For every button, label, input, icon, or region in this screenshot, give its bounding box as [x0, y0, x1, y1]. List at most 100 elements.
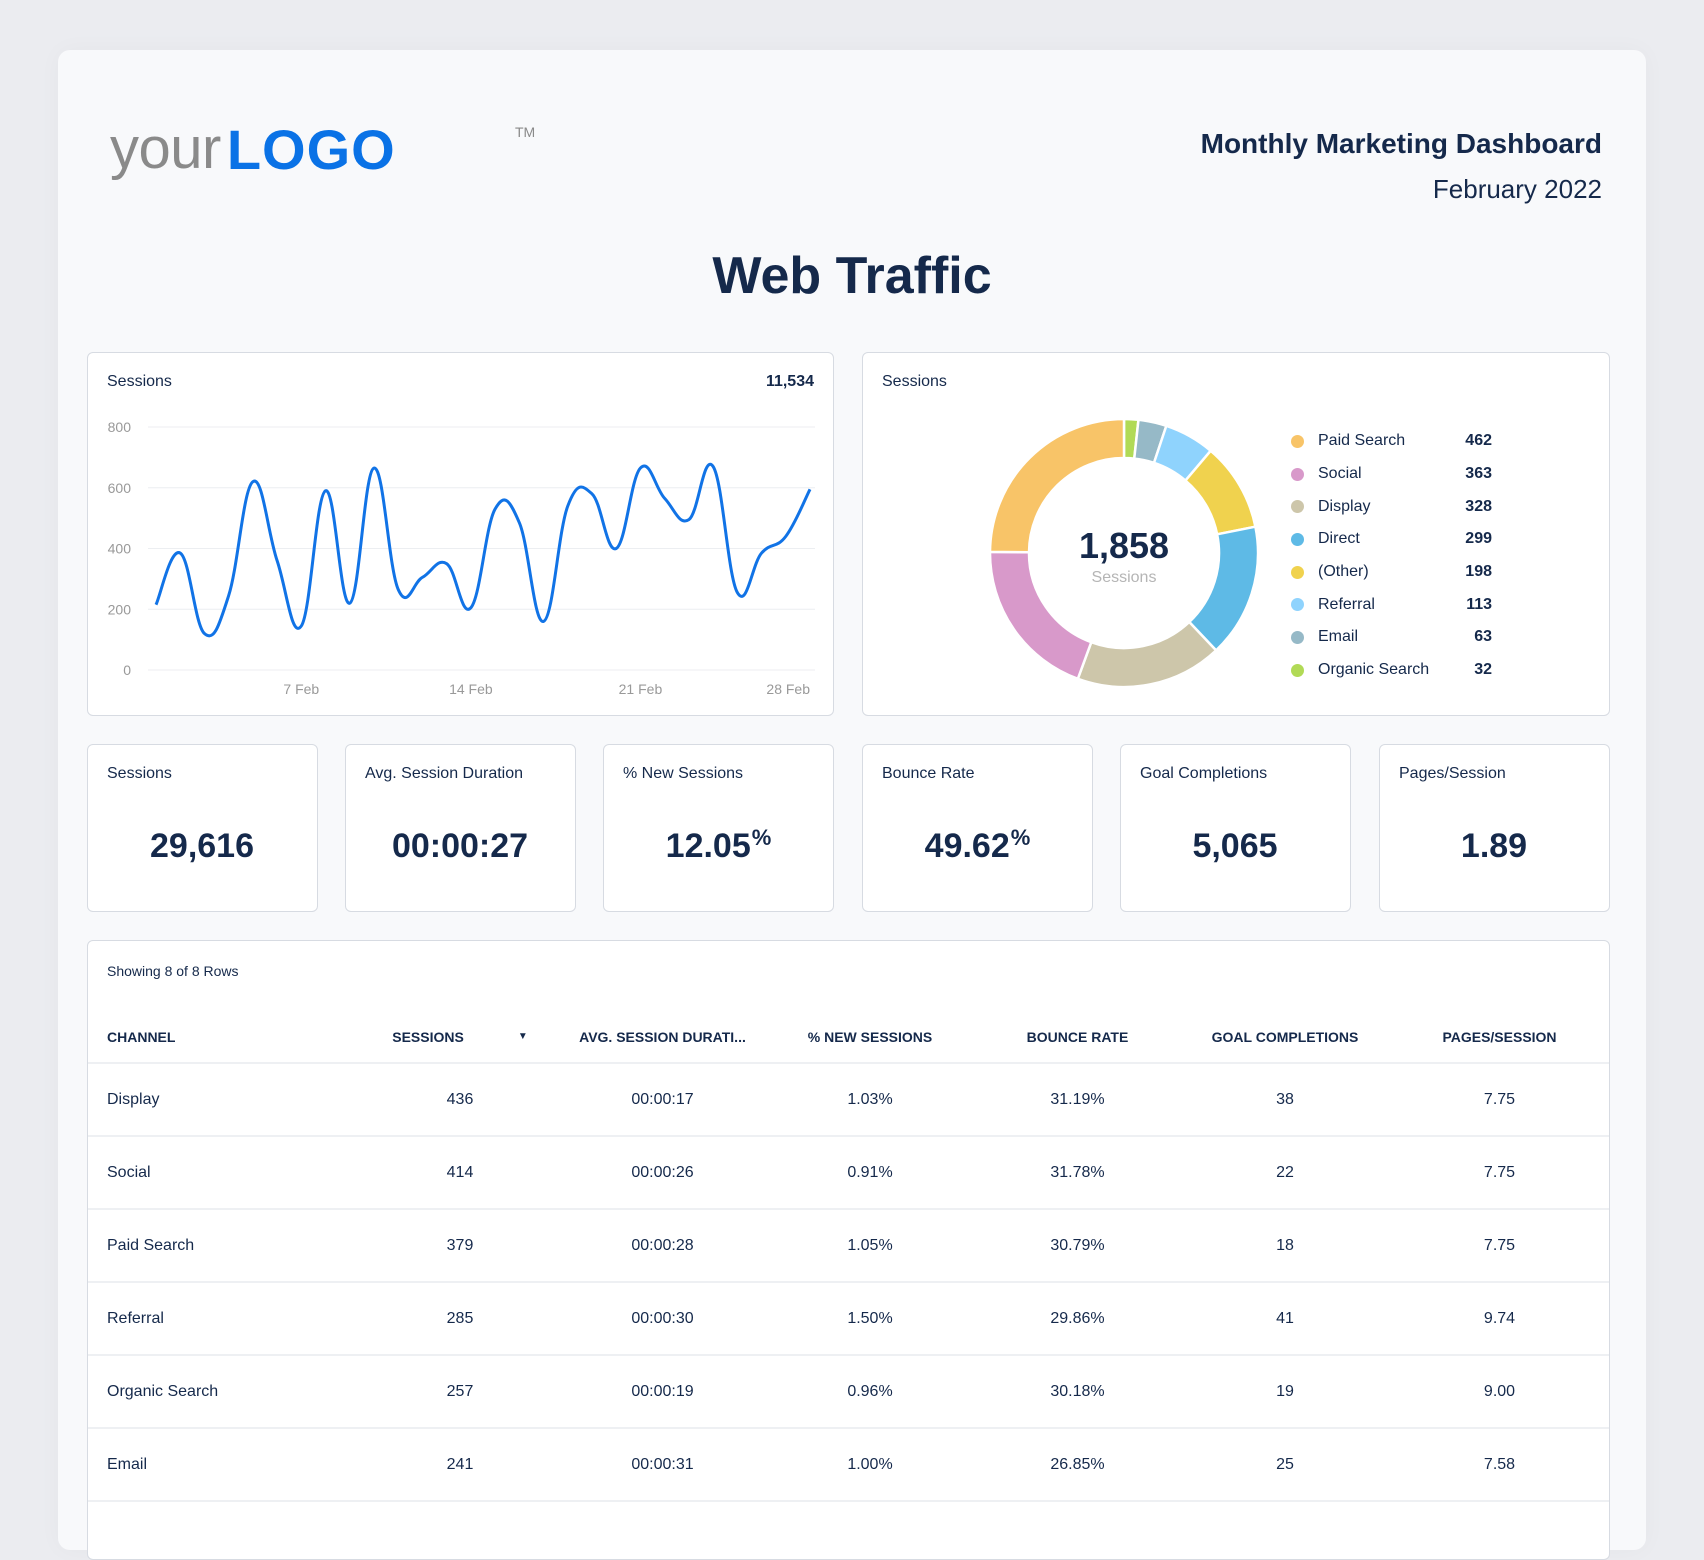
table-row[interactable]: Email 241 00:00:31 1.00% 26.85% 25 7.58 — [88, 1428, 1609, 1502]
column-header-label: % New Sessions — [807, 1028, 933, 1045]
line-data-point[interactable] — [320, 485, 332, 497]
table-cell: 29.86% — [975, 1282, 1180, 1356]
column-header-goal-completions[interactable]: Goal Completions — [1180, 1011, 1390, 1064]
donut-slice-display[interactable] — [1076, 620, 1218, 689]
column-header-channel[interactable]: Channel — [88, 1011, 360, 1064]
y-tick-label: 600 — [108, 480, 132, 496]
y-tick-label: 200 — [108, 601, 132, 617]
table-cell: 00:00:28 — [560, 1209, 765, 1283]
table-cell: 0.91% — [765, 1136, 975, 1210]
legend-item[interactable]: Display 328 — [1291, 490, 1492, 523]
table-cell: 1.00% — [765, 1428, 975, 1502]
kpi-value: 00:00:27 — [346, 825, 575, 866]
line-data-point[interactable] — [295, 620, 307, 632]
kpi-suffix: % — [751, 825, 772, 850]
table-cell: Paid Search — [88, 1209, 360, 1283]
line-data-point[interactable] — [634, 462, 646, 474]
table-row[interactable]: Organic Search 257 00:00:19 0.96% 30.18% 19 9.… — [88, 1355, 1609, 1429]
logo-trademark: TM — [515, 124, 536, 140]
kpi-number: 12.05 — [665, 827, 751, 865]
kpi-label: % New Sessions — [623, 765, 744, 782]
kpi-value: 12.05% — [604, 825, 833, 866]
table-cell: 1.50% — [765, 1282, 975, 1356]
legend-label: Social — [1318, 465, 1362, 483]
column-header-pages-per-session[interactable]: Pages/Session — [1390, 1011, 1609, 1064]
table-cell: 22 — [1180, 1136, 1390, 1210]
table-cell: 00:00:30 — [560, 1282, 765, 1356]
line-data-point[interactable] — [223, 590, 235, 602]
kpi-label: Bounce Rate — [882, 765, 975, 782]
line-data-point[interactable] — [610, 543, 622, 555]
line-data-point[interactable] — [683, 514, 695, 526]
legend-label: (Other) — [1318, 563, 1369, 581]
line-data-point[interactable] — [731, 587, 743, 599]
legend-label: Paid Search — [1318, 432, 1406, 450]
line-data-point[interactable] — [150, 599, 162, 611]
line-data-point[interactable] — [804, 483, 816, 495]
line-data-point[interactable] — [392, 584, 404, 596]
kpi-value: 49.62% — [863, 825, 1092, 866]
legend-dot-icon — [1291, 500, 1304, 514]
line-data-point[interactable] — [659, 492, 671, 504]
line-data-point[interactable] — [416, 571, 428, 583]
sessions-line-chart-card: Sessions 11,534 0 200 400 600 800 7 Feb 14 Feb… — [87, 352, 834, 716]
column-header-new-sessions[interactable]: % New Sessions — [765, 1011, 975, 1064]
legend-item[interactable]: Direct 299 — [1291, 523, 1492, 556]
line-data-point[interactable] — [368, 462, 380, 474]
column-header-sessions[interactable]: Sessions ▼ — [360, 1011, 560, 1064]
legend-item[interactable]: Paid Search 462 — [1291, 425, 1492, 458]
legend-item[interactable]: (Other) 198 — [1291, 556, 1492, 589]
table-cell: 00:00:19 — [560, 1355, 765, 1429]
column-header-avg-session-duration[interactable]: Avg. Session Durati... — [560, 1011, 765, 1064]
legend-value: 198 — [1465, 563, 1492, 581]
legend-dot-icon — [1291, 467, 1304, 481]
kpi-number: 1.89 — [1460, 827, 1528, 865]
x-tick-label: 7 Feb — [283, 681, 319, 697]
line-data-point[interactable] — [780, 530, 792, 542]
table-cell: 30.18% — [975, 1355, 1180, 1429]
table-cell: 241 — [360, 1428, 560, 1502]
line-data-point[interactable] — [707, 460, 719, 472]
donut-legend: Paid Search 462 Social 363 Display 328 Direct 2… — [1291, 425, 1492, 687]
line-data-point[interactable] — [271, 555, 283, 567]
table-cell: 18 — [1180, 1209, 1390, 1283]
logo: your LOGO TM — [110, 116, 535, 181]
column-header-label: Bounce Rate — [1026, 1028, 1129, 1045]
line-data-point[interactable] — [513, 517, 525, 529]
kpi-number: 00:00:27 — [391, 827, 529, 865]
kpi-card-pages-per-session: Pages/Session 1.89 — [1379, 744, 1610, 912]
table-cell: Social — [88, 1136, 360, 1210]
line-data-point[interactable] — [465, 602, 477, 614]
table-row[interactable]: Social 414 00:00:26 0.91% 31.78% 22 7.75 — [88, 1136, 1609, 1210]
legend-value: 363 — [1465, 465, 1492, 483]
legend-item[interactable]: Referral 113 — [1291, 588, 1492, 621]
table-row[interactable]: Paid Search 379 00:00:28 1.05% 30.79% 18 7.75 — [88, 1209, 1609, 1283]
legend-dot-icon — [1291, 663, 1304, 677]
line-data-point[interactable] — [562, 500, 574, 512]
column-header-label: Avg. Session Durati... — [579, 1028, 746, 1045]
line-data-point[interactable] — [441, 558, 453, 570]
table-cell: Referral — [88, 1282, 360, 1356]
line-data-point[interactable] — [247, 476, 259, 488]
donut-slice-social[interactable] — [988, 550, 1093, 681]
line-data-point[interactable] — [174, 547, 186, 559]
line-data-point[interactable] — [756, 547, 768, 559]
line-data-point[interactable] — [538, 615, 550, 627]
legend-dot-icon — [1291, 598, 1304, 612]
line-data-point[interactable] — [586, 488, 598, 500]
line-data-point[interactable] — [344, 597, 356, 609]
legend-item[interactable]: Social 363 — [1291, 458, 1492, 491]
table-row[interactable]: Display 436 00:00:17 1.03% 31.19% 38 7.75 — [88, 1063, 1609, 1137]
table-cell: 31.19% — [975, 1063, 1180, 1137]
legend-item[interactable]: Email 63 — [1291, 621, 1492, 654]
line-data-point[interactable] — [198, 628, 210, 640]
table-cell: 414 — [360, 1136, 560, 1210]
table-cell: Email — [88, 1428, 360, 1502]
table-row[interactable]: Referral 285 00:00:30 1.50% 29.86% 41 9.74 — [88, 1282, 1609, 1356]
caret-down-icon[interactable]: ▼ — [518, 1031, 528, 1042]
logo-your-text: your — [110, 116, 221, 181]
column-header-label: Pages/Session — [1442, 1028, 1557, 1045]
line-data-point[interactable] — [489, 503, 501, 515]
legend-item[interactable]: Organic Search 32 — [1291, 654, 1492, 687]
column-header-bounce-rate[interactable]: Bounce Rate — [975, 1011, 1180, 1064]
